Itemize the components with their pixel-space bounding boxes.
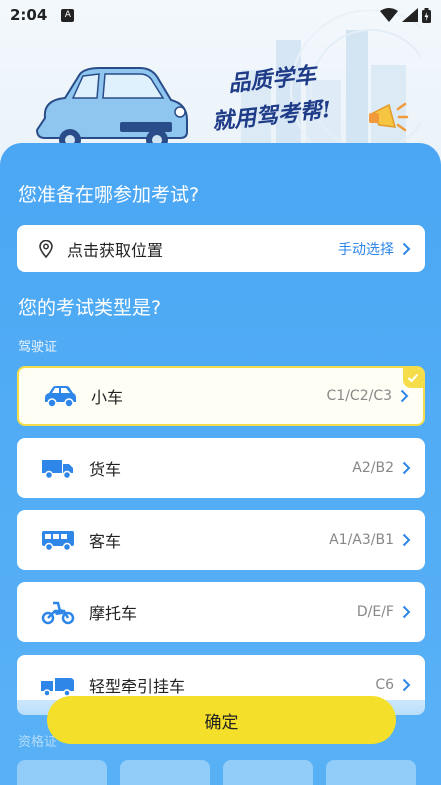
exam-type-truck[interactable]: 货车 A2/B2 xyxy=(17,438,425,498)
exam-type-name: 货车 xyxy=(89,460,122,479)
megaphone-icon xyxy=(369,102,409,132)
wifi-icon xyxy=(380,8,398,22)
exam-type-codes: C6 xyxy=(375,677,394,693)
selected-check-icon xyxy=(403,368,423,388)
manual-select-link[interactable]: 手动选择 xyxy=(338,239,394,259)
exam-type-bus[interactable]: 客车 A1/A3/B1 xyxy=(17,510,425,570)
status-bar: 2:04 A xyxy=(0,0,441,30)
trailer-icon xyxy=(41,678,74,697)
battery-icon xyxy=(422,7,431,23)
chevron-right-icon xyxy=(402,678,411,692)
exam-type-name: 客车 xyxy=(89,532,122,551)
exam-type-codes: D/E/F xyxy=(356,604,394,620)
location-selector[interactable]: 点击获取位置 手动选择 xyxy=(17,225,425,272)
exam-type-car[interactable]: 小车 C1/C2/C3 xyxy=(17,366,425,426)
exam-type-codes: A1/A3/B1 xyxy=(329,532,394,548)
truck-icon xyxy=(42,460,73,480)
exam-type-name: 摩托车 xyxy=(89,604,138,623)
chevron-right-icon xyxy=(402,461,411,475)
status-time: 2:04 xyxy=(10,6,48,24)
location-pin-icon xyxy=(39,239,53,258)
qualification-tile[interactable] xyxy=(120,760,210,785)
exam-type-motorcycle[interactable]: 摩托车 D/E/F xyxy=(17,582,425,642)
qualification-tile[interactable] xyxy=(17,760,107,785)
chevron-right-icon xyxy=(402,605,411,619)
chevron-right-icon xyxy=(402,533,411,547)
qualification-tile[interactable] xyxy=(326,760,416,785)
notification-icon: A xyxy=(61,8,75,22)
signal-icon xyxy=(402,8,418,22)
qualification-tile[interactable] xyxy=(223,760,313,785)
exam-type-name: 小车 xyxy=(91,388,124,407)
car-icon xyxy=(45,386,76,408)
bus-icon xyxy=(42,531,74,552)
confirm-button[interactable]: 确定 xyxy=(47,696,396,744)
exam-type-codes: C1/C2/C3 xyxy=(326,388,392,404)
license-section-label: 驾驶证 xyxy=(18,340,58,355)
exam-type-codes: A2/B2 xyxy=(352,460,394,476)
exam-type-name: 轻型牵引挂车 xyxy=(89,677,186,696)
chevron-right-icon xyxy=(400,389,409,403)
motorcycle-icon xyxy=(41,601,75,625)
get-location-text[interactable]: 点击获取位置 xyxy=(67,237,163,261)
exam-type-question: 您的考试类型是? xyxy=(18,297,162,319)
chevron-right-icon xyxy=(402,242,411,256)
slogan: 品质学车 就用驾考帮! xyxy=(210,62,333,136)
location-question: 您准备在哪参加考试? xyxy=(18,184,200,206)
